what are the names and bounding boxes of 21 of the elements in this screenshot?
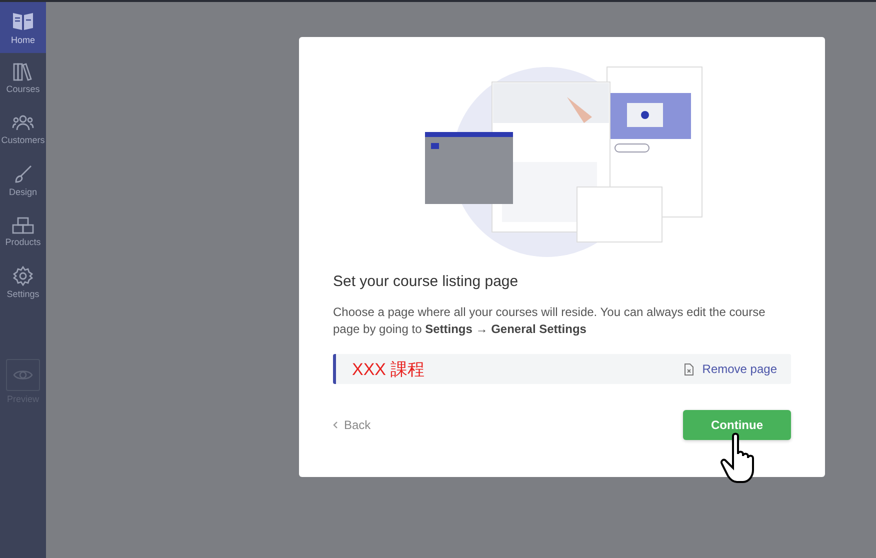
continue-button[interactable]: Continue [683,410,791,440]
chevron-left-icon [333,421,338,429]
sidebar-item[interactable]: Settings [0,257,46,308]
people-icon [12,114,34,132]
book-icon [11,10,35,32]
page-name: XXX 課程 [352,358,425,380]
file-remove-icon [684,362,694,376]
books-icon [13,63,33,81]
dialog-description: Choose a page where all your courses will reside. You can always edit the course page by going to Settings → General Settings [333,304,766,338]
sidebar-item[interactable]: Home [0,2,46,53]
brush-icon [13,164,33,184]
sidebar-item[interactable]: Products [0,206,46,257]
settings-icon [13,266,33,286]
eye-icon [13,368,33,382]
back-button[interactable]: Back [333,418,371,432]
remove-page-button[interactable]: Remove page [684,362,777,376]
sidebar-item[interactable]: Customers [0,104,46,155]
sidebar-item[interactable]: Design [0,155,46,206]
sidebar-item[interactable]: Courses [0,53,46,104]
dialog-title: Set your course listing page [333,273,520,290]
boxes-icon [12,216,34,234]
